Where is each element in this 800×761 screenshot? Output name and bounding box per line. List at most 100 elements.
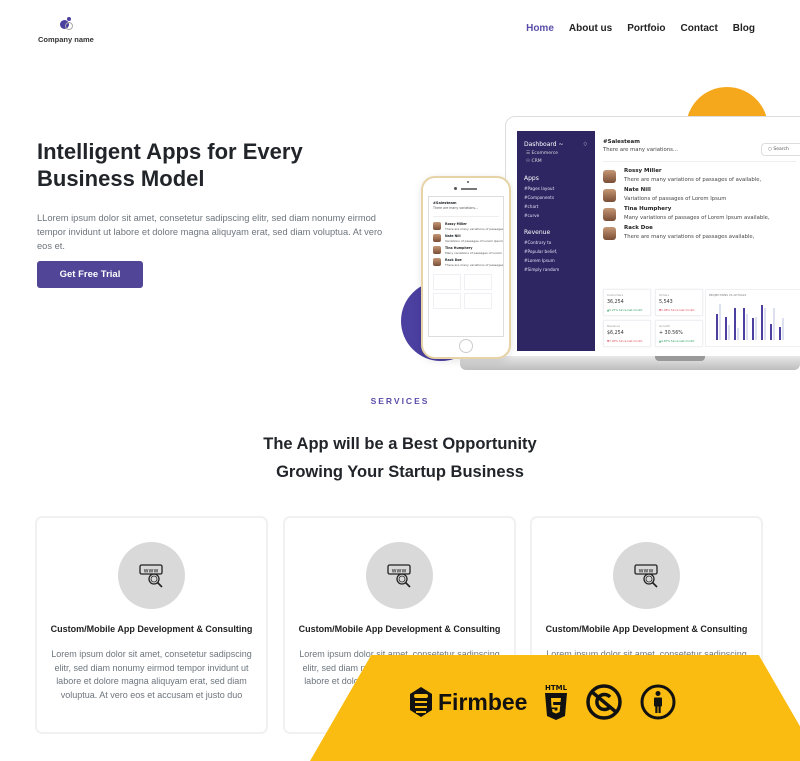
sidebar-sub-crm: ⚇ CRM: [526, 159, 542, 164]
avatar: [603, 208, 616, 221]
stat-card: Growth + 30.56% ▲4.87% Since last month: [655, 320, 703, 347]
avatar: [433, 222, 441, 230]
avatar: [433, 234, 441, 242]
chart-bar-projection: [746, 314, 748, 340]
chart-bar-group: [761, 304, 766, 340]
sidebar-link: #Components: [524, 195, 555, 200]
bubbles-logo-icon: [58, 16, 78, 34]
search-icon: ○: [768, 147, 772, 152]
html5-icon: HTML: [545, 684, 568, 720]
avatar: [603, 189, 616, 202]
badge-row: Firmbee HTML: [408, 683, 677, 721]
sidebar-link: #chart: [524, 204, 539, 209]
company-name: Company name: [38, 35, 94, 44]
chart-bar-projection: [728, 324, 730, 340]
chart-bar-actual: [743, 308, 745, 340]
card-title: Custom/Mobile App Development & Consulti…: [50, 624, 253, 634]
chart-bar-actual: [761, 304, 763, 340]
chart-bar-group: [734, 308, 739, 340]
person-item: Nate Nill Variations of passages of Lorem…: [603, 187, 796, 202]
nav-blog[interactable]: Blog: [733, 23, 755, 34]
svg-text:www: www: [392, 568, 407, 575]
company-logo[interactable]: Company name: [38, 16, 98, 44]
firmbee-logo[interactable]: Firmbee: [408, 685, 527, 719]
laptop-screen: Dashboard ~ ♢ ☰ Ecommerce ⚇ CRM Apps #Pag…: [517, 131, 800, 351]
laptop-notch: [655, 356, 705, 361]
sidebar-link: #Popular belief,: [524, 249, 558, 254]
person-item: Rack Doe There are many variations of pas…: [433, 258, 503, 267]
phone-mockup: #Salesteam There are many variations... …: [421, 176, 511, 359]
laptop-mockup: Dashboard ~ ♢ ☰ Ecommerce ⚇ CRM Apps #Pag…: [505, 116, 800, 362]
chart-bar-projection: [719, 304, 721, 340]
chart-bars: [716, 300, 800, 340]
phone-screen: #Salesteam There are many variations... …: [428, 196, 504, 337]
nav-about-us[interactable]: About us: [569, 23, 612, 34]
sidebar-revenue-heading: Revenue: [524, 229, 551, 236]
dashboard-sidebar: Dashboard ~ ♢ ☰ Ecommerce ⚇ CRM Apps #Pag…: [517, 131, 595, 351]
stat-card: Customers 36,254 ▲5.27% Since last month: [603, 289, 651, 316]
chart-bar-group: [743, 308, 748, 340]
service-card[interactable]: www Custom/Mobile App Development & Cons…: [35, 516, 268, 734]
chart-bar-projection: [773, 308, 775, 340]
chart-bar-group: [725, 316, 730, 340]
chart-bar-group: [716, 304, 721, 340]
person-item: Tina Humphery Many variations of passages…: [433, 246, 503, 255]
person-item: Rossy Miller There are many variations of…: [433, 222, 503, 231]
chart-bar-actual: [770, 324, 772, 340]
svg-text:HTML: HTML: [545, 684, 568, 692]
chart-bar-projection: [782, 317, 784, 340]
chart-bar-projection: [764, 308, 766, 340]
hero-text: LLorem ipsum dolor sit amet, consetetur …: [37, 213, 383, 251]
card-text: Lorem ipsum dolor sit amet, consetetur s…: [51, 649, 252, 700]
services-title: The App will be a Best Opportunity Growin…: [263, 435, 537, 481]
chart-bar-group: [770, 308, 775, 340]
chart-bar-projection: [737, 328, 739, 340]
chart-bar-actual: [734, 308, 736, 340]
nav-contact[interactable]: Contact: [681, 23, 718, 34]
laptop-base: [460, 356, 800, 370]
mockup-search-box: ○ Search: [761, 143, 800, 156]
sidebar-link: #Pages layout: [524, 186, 555, 191]
card-title: Custom/Mobile App Development & Consulti…: [298, 624, 501, 634]
avatar: [433, 246, 441, 254]
phone-home-button: [459, 339, 473, 353]
www-search-icon: www: [613, 542, 680, 609]
card-title: Custom/Mobile App Development & Consulti…: [545, 624, 748, 634]
svg-text:www: www: [639, 568, 654, 575]
no-copyright-icon: [586, 684, 623, 720]
chart-bar-group: [779, 317, 784, 340]
chart-bar-actual: [779, 327, 781, 340]
nav-portfolio[interactable]: Portfoio: [627, 23, 665, 34]
hero-title: Intelligent Apps for Every Business Mode…: [37, 139, 303, 191]
avatar: [603, 170, 616, 183]
avatar: [433, 258, 441, 266]
nav-home[interactable]: Home: [526, 23, 554, 34]
person-item: Rack Doe There are many variations of pas…: [603, 225, 796, 240]
chart-bar-group: [752, 317, 757, 340]
chart-title: PROJECTIONS VS ACTUALS: [709, 293, 747, 297]
services-label: SERVICES: [370, 396, 430, 406]
accessibility-person-icon: [640, 684, 676, 720]
chart-bar-actual: [725, 316, 727, 340]
bell-icon: ♢: [582, 141, 588, 148]
sidebar-link: #Simply random: [524, 267, 560, 272]
avatar: [603, 227, 616, 240]
get-free-trial-button[interactable]: Get Free Trial: [37, 261, 143, 288]
person-item: Tina Humphery Many variations of passages…: [603, 206, 796, 221]
stat-card: Revenue $6,254 ▼7.00% Since last month: [603, 320, 651, 347]
chart-bar-actual: [716, 314, 718, 340]
www-search-icon: www: [366, 542, 433, 609]
projections-chart: PROJECTIONS VS ACTUALS: [705, 289, 800, 347]
svg-text:www: www: [144, 568, 159, 575]
main-nav: Home About us Portfoio Contact Blog: [526, 23, 755, 34]
stat-card: Orders 5,543 ▼1.08% Since last month: [655, 289, 703, 316]
chart-bar-actual: [752, 318, 754, 340]
firmbee-text: Firmbee: [438, 688, 528, 715]
chart-bar-projection: [755, 317, 757, 340]
sidebar-link: #Lorem Ipsum: [524, 258, 555, 263]
person-item: Nate Nill Variations of passages of Lorem…: [433, 234, 503, 243]
dashboard-main: #Salesteam There are many variations... …: [595, 131, 800, 351]
sidebar-link: #curve: [524, 213, 540, 218]
dashboard-title: Dashboard ~: [524, 141, 564, 148]
www-search-icon: www: [118, 542, 185, 609]
